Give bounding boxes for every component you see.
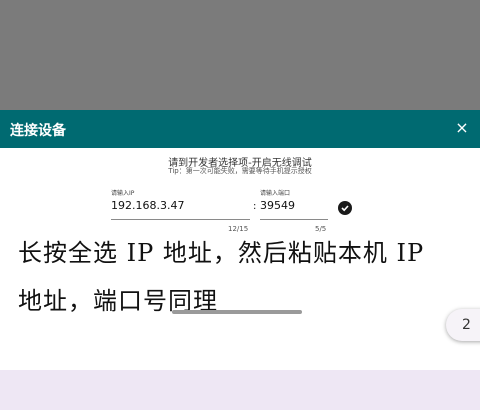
- page-indicator-button[interactable]: 2: [446, 309, 480, 341]
- port-value[interactable]: 39549: [260, 199, 295, 212]
- port-underline: [260, 219, 328, 220]
- port-label: 请输入端口: [260, 190, 291, 197]
- dim-overlay[interactable]: [0, 0, 480, 110]
- hint-tip: Tip：第一次可能失败，需要等待手机提示授权: [168, 167, 312, 175]
- ip-underline: [111, 219, 250, 220]
- instruction-line-1: 长按全选 IP 地址，然后粘贴本机 IP: [18, 239, 425, 267]
- check-circle-icon[interactable]: [338, 201, 352, 215]
- bottom-navigation-strip: [0, 370, 480, 410]
- dialog-header: 连接设备 ×: [0, 110, 480, 148]
- ip-label: 请输入IP: [111, 190, 135, 197]
- scroll-indicator: [172, 310, 302, 314]
- instruction-line-2: 地址，端口号同理: [18, 287, 218, 315]
- ip-value[interactable]: 192.168.3.47: [111, 199, 184, 212]
- dialog-title: 连接设备: [10, 123, 66, 139]
- ip-port-separator: :: [253, 201, 257, 212]
- close-icon[interactable]: ×: [452, 118, 472, 138]
